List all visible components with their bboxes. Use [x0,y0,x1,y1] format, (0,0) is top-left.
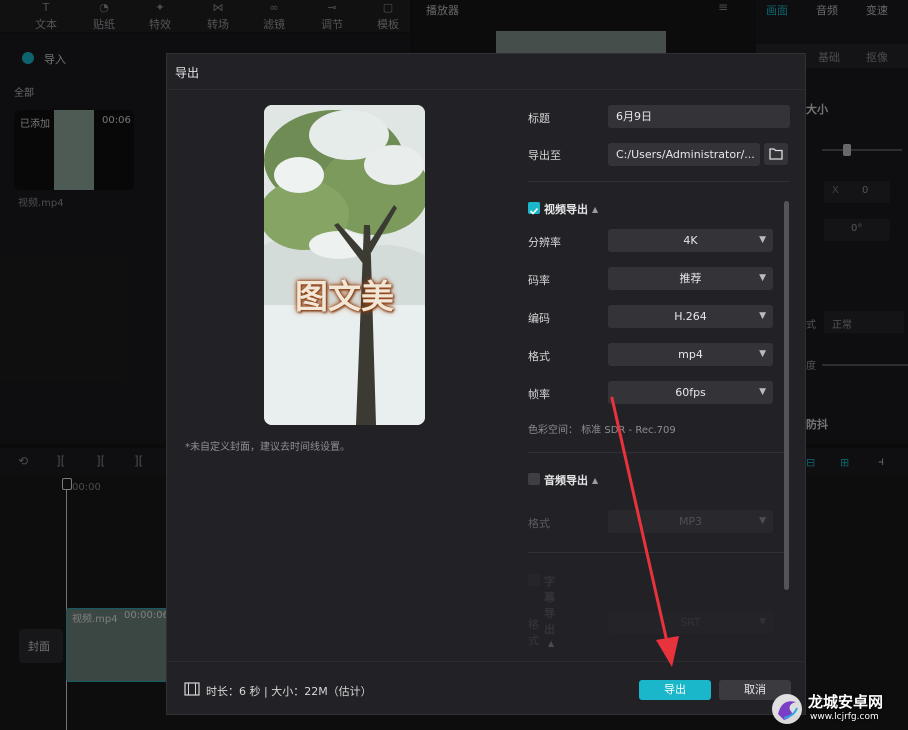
watermark-name: 龙城安卓网 [808,693,884,711]
dragon-logo-icon [772,694,802,724]
site-watermark: 龙城安卓网 www.lcjrfg.com [770,690,906,728]
annotation-arrow [610,396,679,667]
watermark-url: www.lcjrfg.com [810,712,879,722]
